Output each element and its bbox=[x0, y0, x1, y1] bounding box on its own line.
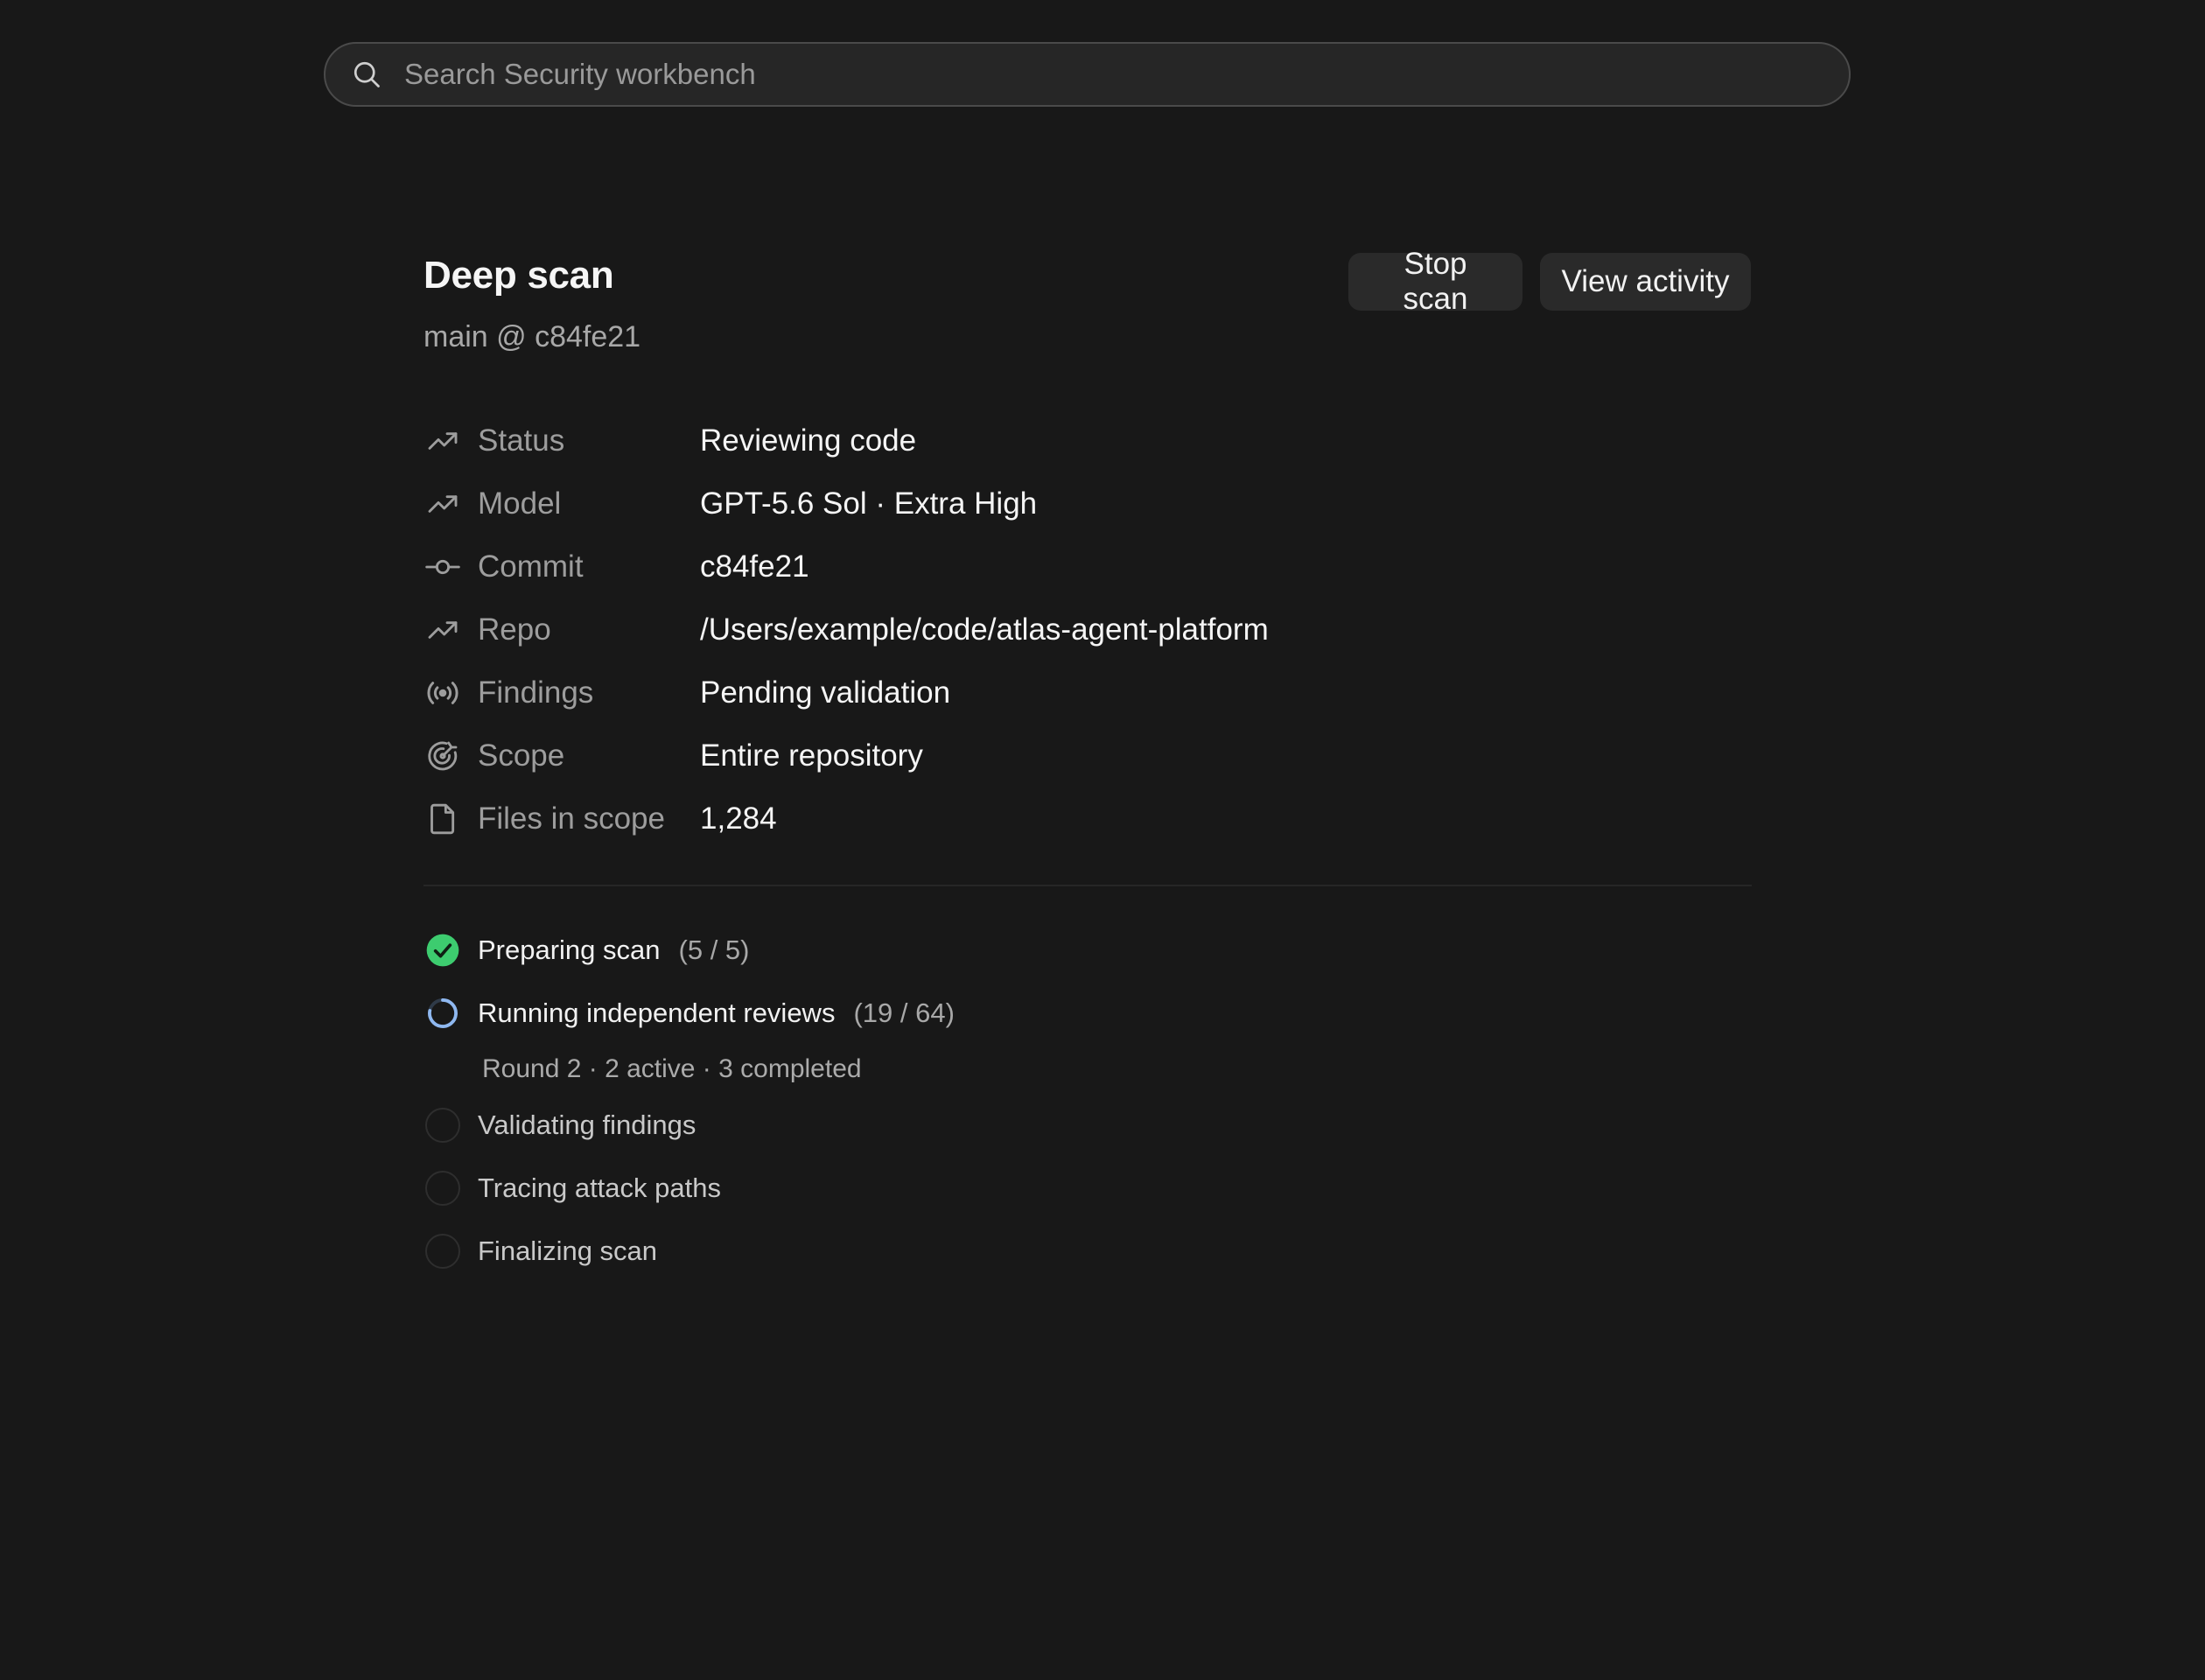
scan-progress-steps: Preparing scan (5 / 5) Running independe… bbox=[424, 919, 955, 1283]
detail-value: /Users/example/code/atlas-agent-platform bbox=[700, 612, 1269, 647]
pending-circle-icon bbox=[424, 1169, 462, 1208]
scan-details: Status Reviewing code Model GPT-5.6 Sol … bbox=[424, 410, 1752, 850]
detail-value: c84fe21 bbox=[700, 550, 809, 584]
view-activity-button[interactable]: View activity bbox=[1540, 253, 1751, 311]
detail-label: Scope bbox=[478, 738, 565, 773]
step-label: Running independent reviews bbox=[478, 998, 836, 1028]
trending-up-icon bbox=[424, 611, 462, 649]
detail-row-scope: Scope Entire repository bbox=[424, 724, 1752, 788]
detail-row-findings: Findings Pending validation bbox=[424, 662, 1752, 724]
step-label: Finalizing scan bbox=[478, 1236, 658, 1266]
detail-label: Status bbox=[478, 424, 565, 458]
detail-row-commit: Commit c84fe21 bbox=[424, 536, 1752, 598]
step-tracing-attack-paths: Tracing attack paths bbox=[424, 1157, 955, 1220]
detail-value: Entire repository bbox=[700, 738, 923, 773]
detail-row-files: Files in scope 1,284 bbox=[424, 788, 1752, 850]
step-label: Tracing attack paths bbox=[478, 1172, 721, 1203]
trending-up-icon bbox=[424, 485, 462, 523]
step-detail: Round 2 · 2 active · 3 completed bbox=[482, 1054, 862, 1083]
spinner-icon bbox=[424, 994, 462, 1032]
git-commit-icon bbox=[424, 548, 462, 586]
step-finalizing-scan: Finalizing scan bbox=[424, 1220, 955, 1283]
check-circle-icon bbox=[424, 931, 462, 970]
detail-label: Commit bbox=[478, 550, 584, 584]
detail-row-repo: Repo /Users/example/code/atlas-agent-pla… bbox=[424, 598, 1752, 662]
page-title: Deep scan bbox=[424, 254, 614, 297]
target-icon bbox=[424, 737, 462, 775]
detail-value: Pending validation bbox=[700, 676, 951, 710]
search-bar[interactable] bbox=[324, 42, 1851, 107]
pending-circle-icon bbox=[424, 1106, 462, 1144]
search-icon bbox=[350, 58, 383, 91]
detail-label: Model bbox=[478, 486, 562, 521]
step-preparing-scan: Preparing scan (5 / 5) bbox=[424, 919, 955, 982]
detail-value: GPT-5.6 Sol · Extra High bbox=[700, 486, 1038, 521]
step-label: Validating findings bbox=[478, 1110, 696, 1140]
detail-row-model: Model GPT-5.6 Sol · Extra High bbox=[424, 472, 1752, 536]
divider bbox=[424, 885, 1752, 886]
file-icon bbox=[424, 800, 462, 838]
step-validating-findings: Validating findings bbox=[424, 1094, 955, 1157]
step-running-reviews: Running independent reviews (19 / 64) bbox=[424, 982, 955, 1045]
stop-scan-button[interactable]: Stop scan bbox=[1348, 247, 1522, 316]
step-label: Preparing scan bbox=[478, 934, 661, 965]
detail-value: 1,284 bbox=[700, 802, 777, 836]
branch-commit-subtitle: main @ c84fe21 bbox=[424, 320, 641, 354]
pending-circle-icon bbox=[424, 1232, 462, 1270]
broadcast-icon bbox=[424, 674, 462, 712]
detail-label: Findings bbox=[478, 676, 594, 710]
search-input[interactable] bbox=[404, 44, 1849, 105]
trending-up-icon bbox=[424, 422, 462, 460]
detail-label: Repo bbox=[478, 612, 551, 647]
detail-label: Files in scope bbox=[478, 802, 665, 836]
detail-row-status: Status Reviewing code bbox=[424, 410, 1752, 472]
detail-value: Reviewing code bbox=[700, 424, 917, 458]
step-count: (5 / 5) bbox=[678, 934, 750, 965]
step-count: (19 / 64) bbox=[853, 998, 955, 1028]
